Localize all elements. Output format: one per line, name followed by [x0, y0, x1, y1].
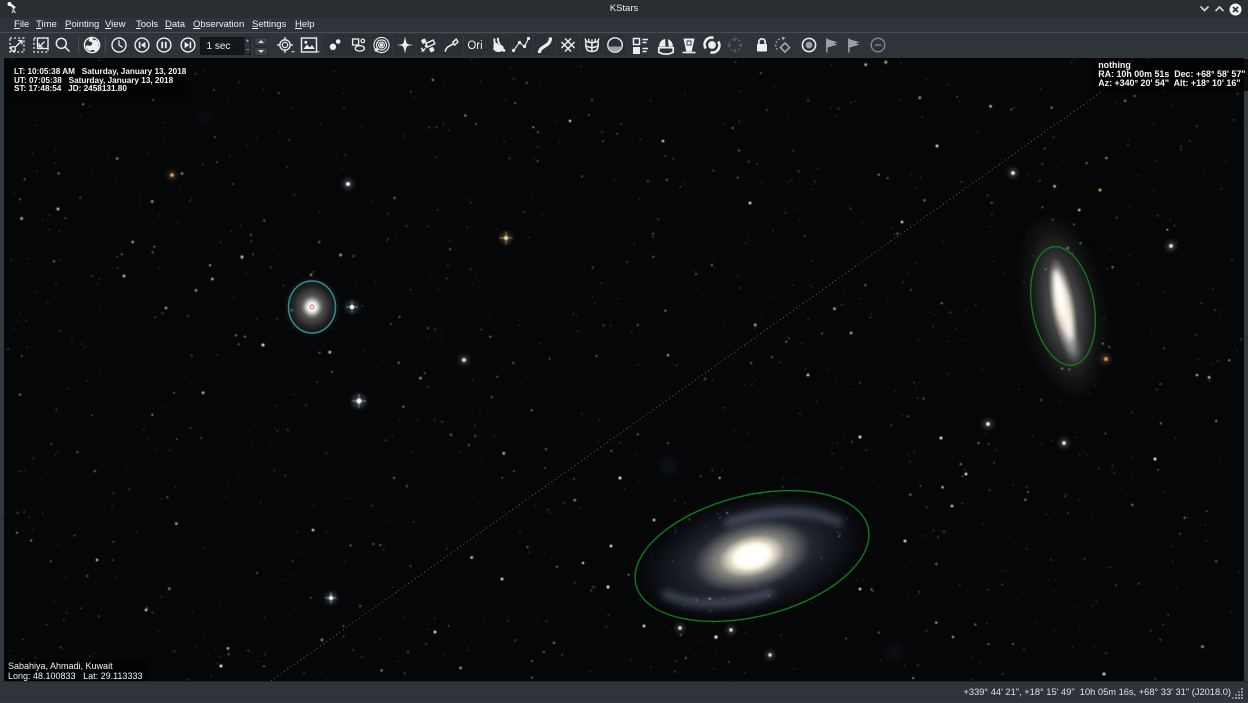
svg-text:Ori: Ori	[467, 40, 482, 52]
